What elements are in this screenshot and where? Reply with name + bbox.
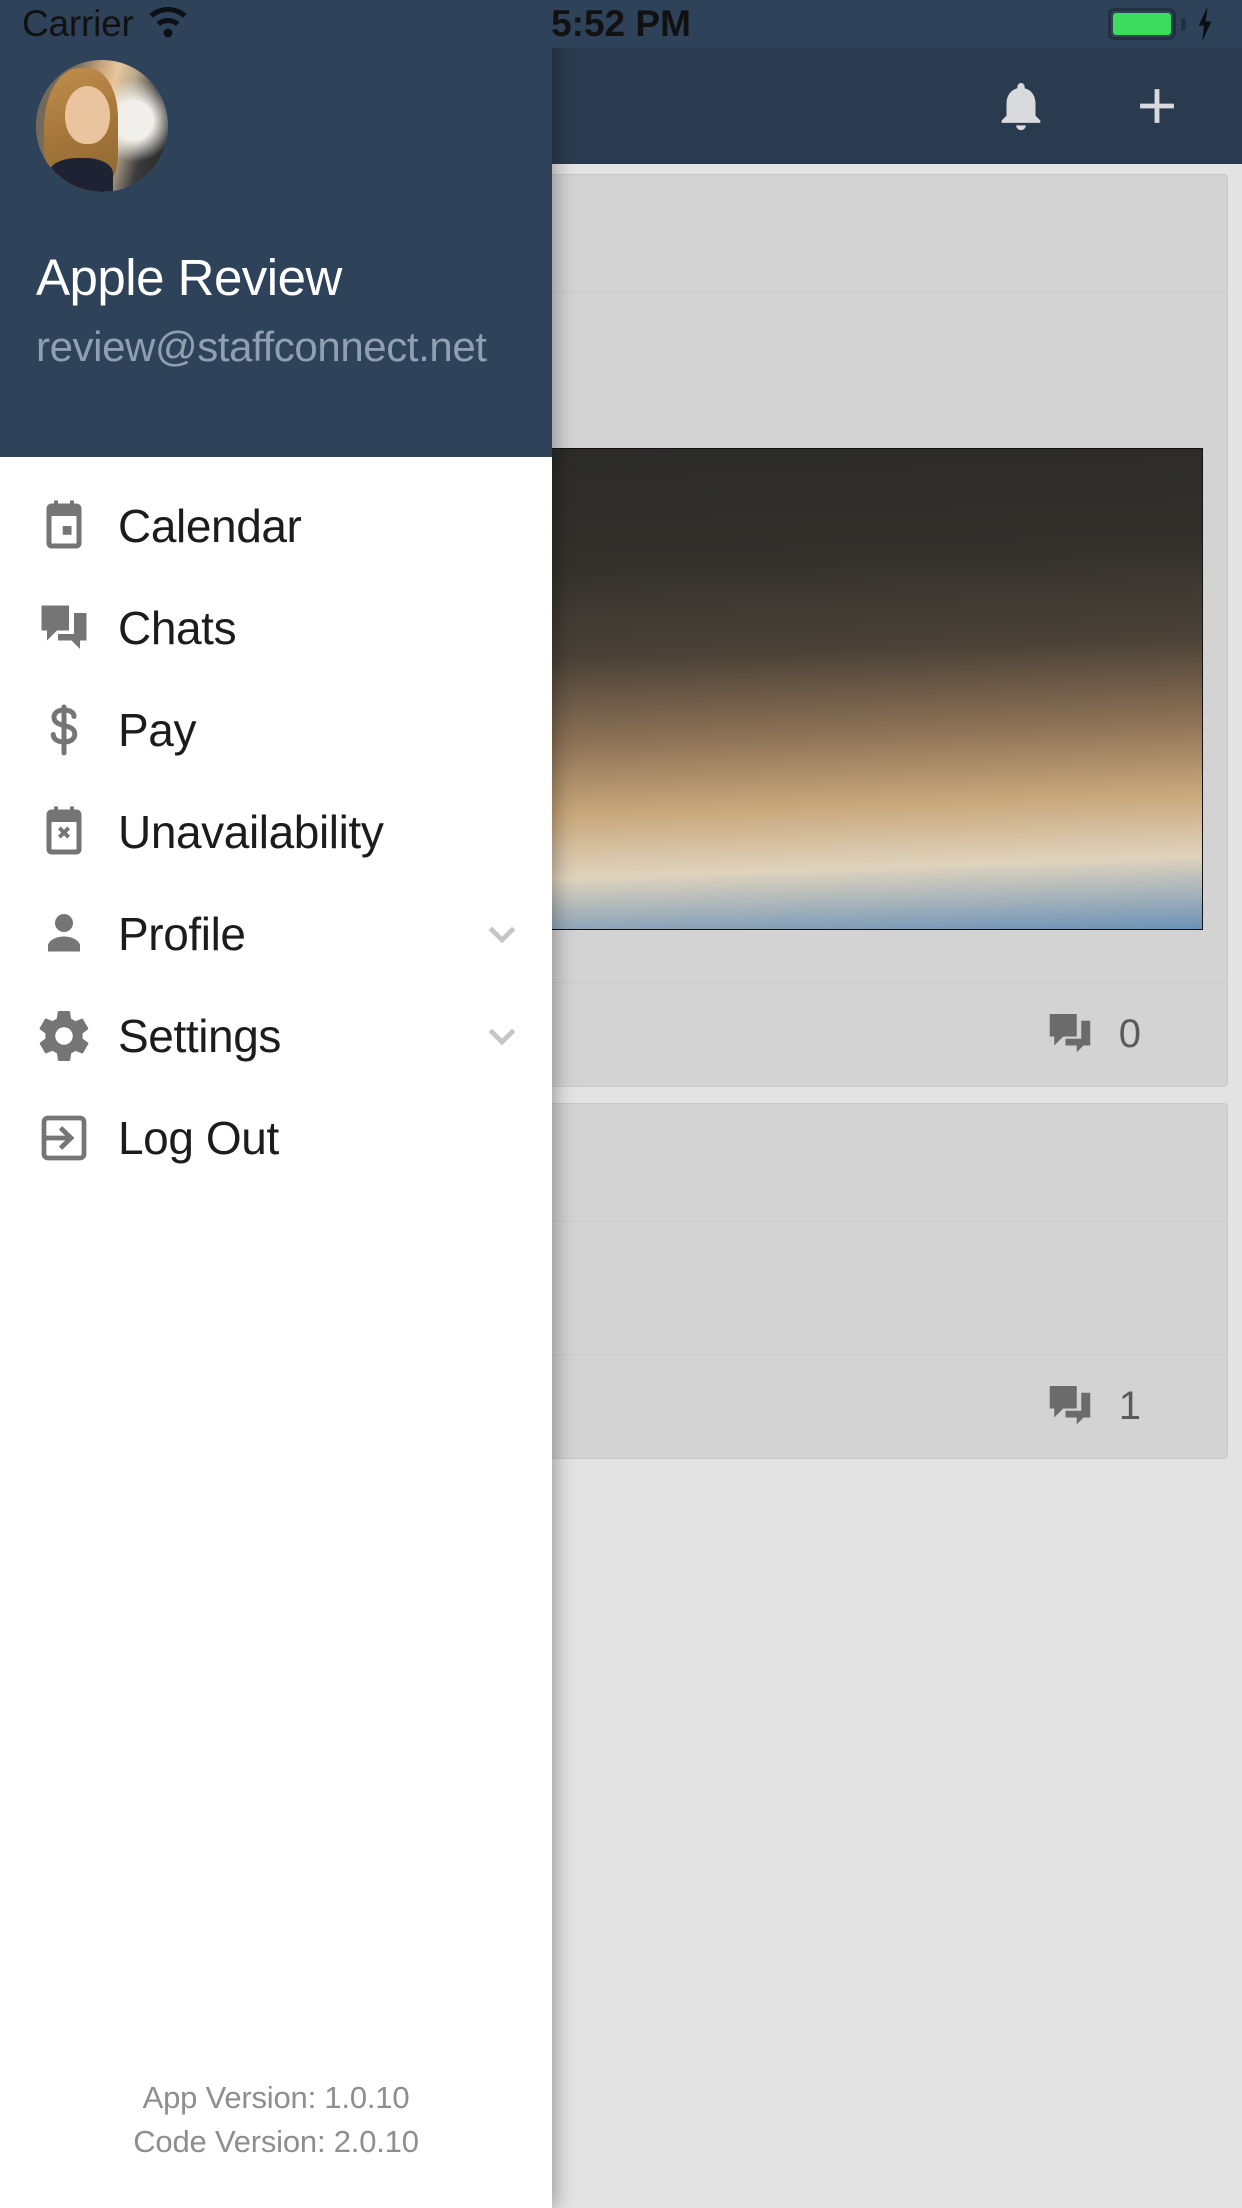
- status-bar: Carrier 5:52 PM: [0, 0, 1242, 48]
- sidebar-item-label: Settings: [118, 1010, 282, 1062]
- status-bar-right: [1108, 5, 1220, 43]
- user-name: Apple Review: [36, 249, 342, 306]
- sidebar-item-label: Log Out: [118, 1112, 279, 1164]
- sidebar-item-settings[interactable]: Settings: [0, 985, 552, 1087]
- sidebar-item-pay[interactable]: Pay: [0, 679, 552, 781]
- logout-arrow-icon: [34, 1108, 118, 1168]
- battery-full-icon: [1108, 8, 1176, 40]
- drawer-menu[interactable]: Calendar Chats Pay Unavailability Profil…: [0, 457, 552, 2076]
- app-version-label: App Version: 1.0.10: [142, 2079, 410, 2115]
- chat-bubbles-icon: [34, 598, 118, 658]
- battery-nub: [1181, 17, 1186, 31]
- sidebar-item-log-out[interactable]: Log Out: [0, 1087, 552, 1189]
- calendar-icon: [34, 496, 118, 556]
- lightning-bolt-icon: [1190, 5, 1220, 43]
- chevron-down-icon[interactable]: [478, 910, 526, 958]
- comment-icon[interactable]: [1043, 1005, 1097, 1064]
- code-version-label: Code Version: 2.0.10: [133, 2123, 419, 2159]
- comment-icon[interactable]: [1043, 1377, 1097, 1436]
- chevron-down-icon[interactable]: [478, 1012, 526, 1060]
- sidebar-item-label: Profile: [118, 908, 246, 960]
- sidebar-item-label: Calendar: [118, 500, 302, 552]
- status-bar-clock: 5:52 PM: [551, 3, 691, 44]
- sidebar-item-label: Chats: [118, 602, 237, 654]
- calendar-x-icon: [34, 802, 118, 862]
- comment-count: 0: [1118, 1011, 1141, 1056]
- navigation-drawer[interactable]: Apple Review review@staffconnect.net Cal…: [0, 0, 552, 2208]
- sidebar-item-label: Unavailability: [118, 806, 384, 858]
- drawer-header: Apple Review review@staffconnect.net: [0, 0, 552, 457]
- plus-icon[interactable]: [1128, 77, 1186, 135]
- sidebar-item-profile[interactable]: Profile: [0, 883, 552, 985]
- sidebar-item-label: Pay: [118, 704, 197, 756]
- bell-icon[interactable]: [992, 77, 1050, 135]
- drawer-footer: App Version: 1.0.10 Code Version: 2.0.10: [0, 2076, 552, 2208]
- sidebar-item-chats[interactable]: Chats: [0, 577, 552, 679]
- sidebar-item-calendar[interactable]: Calendar: [0, 475, 552, 577]
- avatar[interactable]: [36, 60, 168, 192]
- user-email: review@staffconnect.net: [36, 323, 487, 370]
- dollar-sign-icon: [34, 700, 118, 760]
- comment-count: 1: [1118, 1384, 1141, 1429]
- person-icon: [34, 904, 118, 964]
- gear-icon: [34, 1006, 118, 1066]
- sidebar-item-unavailability[interactable]: Unavailability: [0, 781, 552, 883]
